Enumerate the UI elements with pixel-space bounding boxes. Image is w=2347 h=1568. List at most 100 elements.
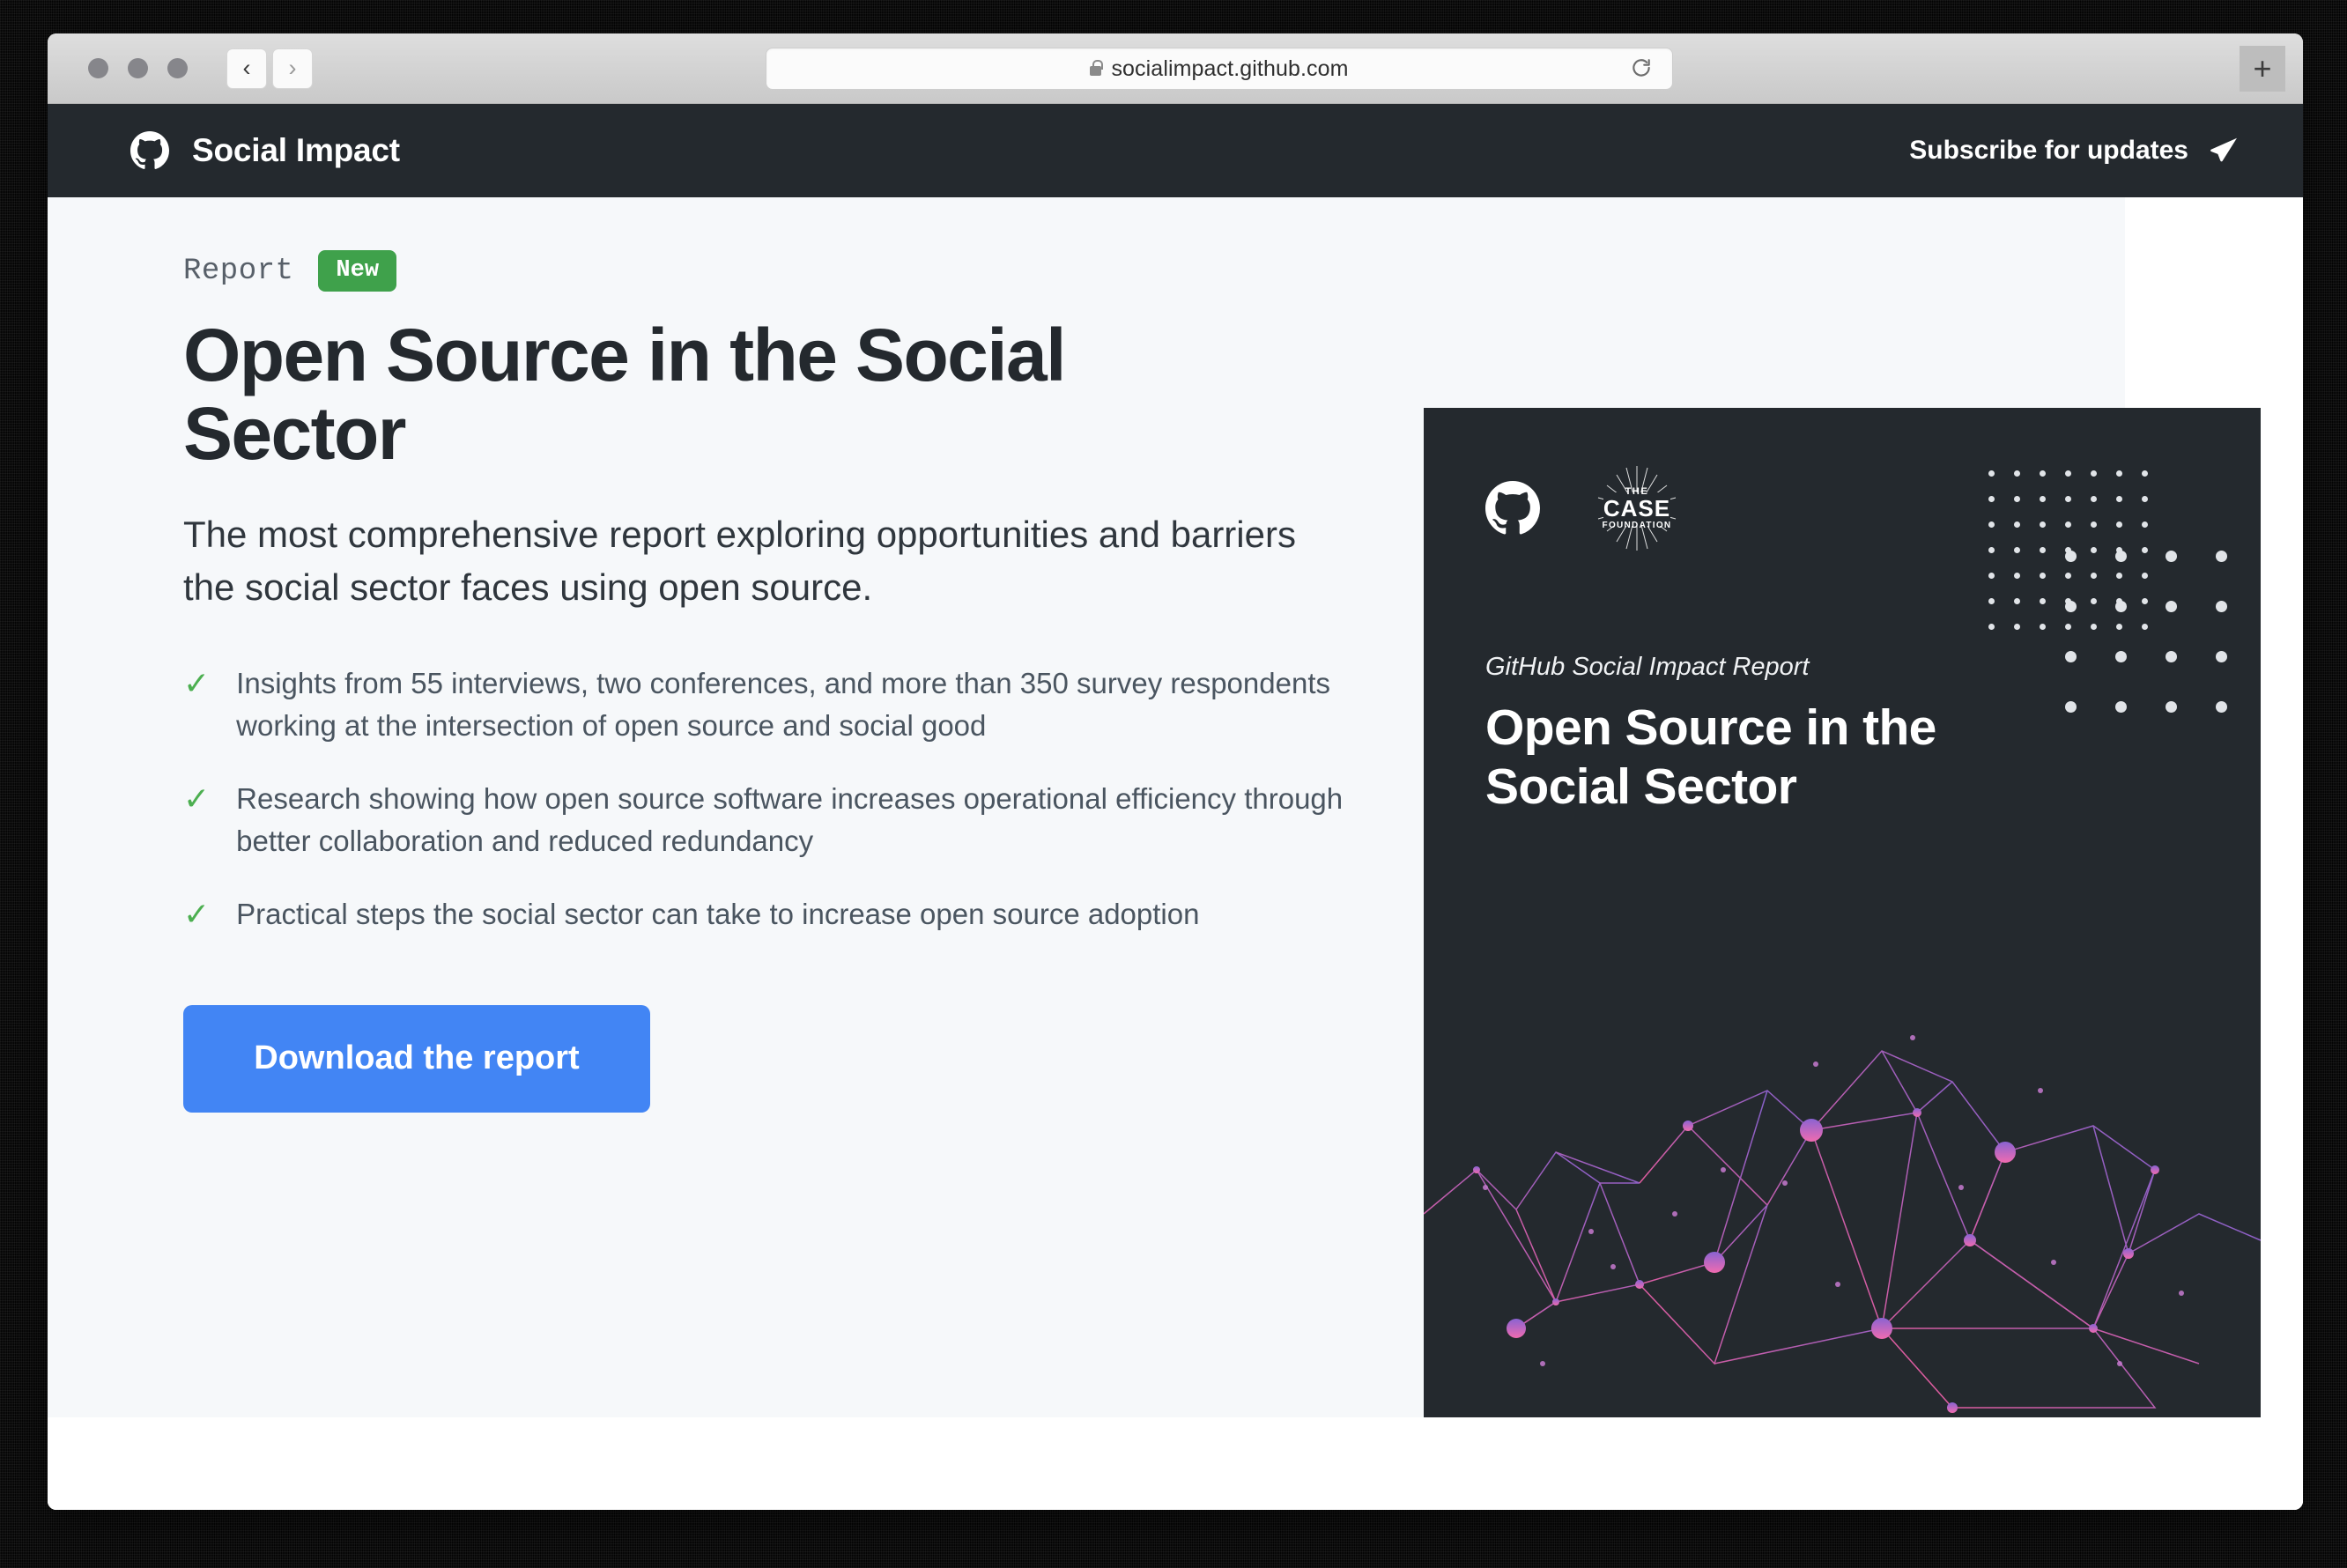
paper-plane-icon [2208, 135, 2240, 166]
dot-grid-row [2046, 682, 2247, 732]
grid-dot [2014, 573, 2020, 579]
grid-dot [2216, 601, 2227, 612]
network-mesh-graphic [1424, 1035, 2261, 1428]
window-controls[interactable] [88, 58, 188, 78]
feature-list: ✓ Insights from 55 interviews, two confe… [183, 662, 1355, 936]
grid-dot [2115, 651, 2127, 662]
lock-icon [1090, 59, 1103, 76]
grid-dot [2014, 598, 2020, 604]
grid-dot [2065, 601, 2077, 612]
browser-window: ‹ › socialimpact.github.com + Social Imp… [48, 33, 2303, 1510]
grid-dot [2116, 521, 2122, 528]
kicker-row: Report New [183, 250, 1355, 292]
list-item-text: Insights from 55 interviews, two confere… [236, 667, 1330, 742]
grid-dot [2014, 470, 2020, 477]
grid-dot [2040, 573, 2046, 579]
brand-block[interactable]: Social Impact [130, 131, 400, 170]
grid-dot [2065, 651, 2077, 662]
download-report-button[interactable]: Download the report [183, 1004, 650, 1113]
dot-grid-row [2046, 581, 2247, 632]
grid-dot [1988, 470, 1995, 477]
close-window-button[interactable] [88, 58, 108, 78]
grid-dot [2065, 521, 2071, 528]
grid-dot [1988, 573, 1995, 579]
zoom-window-button[interactable] [167, 58, 188, 78]
grid-dot [2116, 470, 2122, 477]
grid-dot [2014, 547, 2020, 553]
grid-dot [2040, 496, 2046, 502]
hero-left-column: Report New Open Source in the Social Sec… [183, 250, 1355, 1113]
dot-grid-row [2046, 531, 2247, 581]
grid-dot [2014, 521, 2020, 528]
list-item-text: Research showing how open source softwar… [236, 782, 1344, 857]
github-octocat-icon [130, 131, 169, 170]
new-tab-button[interactable]: + [2240, 46, 2285, 92]
grid-dot [2091, 470, 2097, 477]
list-item: ✓ Insights from 55 interviews, two confe… [183, 662, 1355, 746]
grid-dot [1988, 624, 1995, 630]
grid-dot [2116, 496, 2122, 502]
site-header: Social Impact Subscribe for updates [48, 104, 2303, 197]
grid-dot [2115, 601, 2127, 612]
status-badge: New [318, 250, 397, 292]
grid-dot [2065, 496, 2071, 502]
github-octocat-icon [1485, 481, 1540, 536]
browser-toolbar: ‹ › socialimpact.github.com + [48, 33, 2303, 104]
list-item: ✓ Research showing how open source softw… [183, 778, 1355, 862]
grid-dot [2216, 701, 2227, 713]
check-icon: ✓ [183, 896, 211, 933]
grid-dot [2014, 624, 2020, 630]
forward-button[interactable]: › [272, 48, 313, 89]
check-icon: ✓ [183, 780, 211, 817]
grid-dot [2065, 470, 2071, 477]
grid-dot [2115, 701, 2127, 713]
grid-dot [2216, 551, 2227, 562]
cover-eyebrow: GitHub Social Impact Report [1485, 653, 1810, 681]
grid-dot [2091, 521, 2097, 528]
grid-dot [2091, 496, 2097, 502]
grid-dot [2040, 470, 2046, 477]
check-icon: ✓ [183, 665, 211, 702]
grid-dot [2115, 551, 2127, 562]
list-item-text: Practical steps the social sector can ta… [236, 898, 1200, 931]
brand-name: Social Impact [192, 132, 400, 168]
subscribe-link[interactable]: Subscribe for updates [1909, 135, 2240, 166]
grid-dot [2065, 701, 2077, 713]
minimize-window-button[interactable] [128, 58, 148, 78]
cover-logos: THE CASE FOUNDATION [1485, 462, 1683, 554]
grid-dot [1988, 547, 1995, 553]
grid-dot [2166, 651, 2177, 662]
case-foundation-line3: FOUNDATION [1602, 521, 1672, 531]
url-text: socialimpact.github.com [1111, 55, 1349, 81]
grid-dot [2166, 551, 2177, 562]
dot-grid-row [2046, 632, 2247, 682]
report-cover-card: THE CASE FOUNDATION GitHub Social Impact… [1424, 408, 2261, 1443]
page-bottom-spacer [48, 1417, 2303, 1510]
case-foundation-line2: CASE [1603, 494, 1671, 521]
url-wrapper: socialimpact.github.com [1090, 56, 1348, 82]
case-foundation-logo: THE CASE FOUNDATION [1591, 462, 1683, 554]
grid-dot [1988, 598, 1995, 604]
back-button[interactable]: ‹ [226, 48, 267, 89]
grid-dot [2040, 624, 2046, 630]
sparse-dot-grid [2046, 531, 2247, 732]
grid-dot [2014, 496, 2020, 502]
list-item: ✓ Practical steps the social sector can … [183, 893, 1355, 936]
navigation-buttons[interactable]: ‹ › [226, 48, 313, 89]
page-title: Open Source in the Social Sector [183, 314, 1067, 476]
grid-dot [2040, 521, 2046, 528]
cover-title: Open Source in the Social Sector [1485, 699, 1936, 816]
reload-icon[interactable] [1630, 57, 1653, 80]
page-content: Social Impact Subscribe for updates Repo… [48, 104, 2303, 1510]
grid-dot [2142, 521, 2148, 528]
subscribe-label: Subscribe for updates [1909, 136, 2188, 165]
grid-dot [2166, 701, 2177, 713]
address-bar[interactable]: socialimpact.github.com [766, 48, 1673, 90]
grid-dot [2040, 547, 2046, 553]
dot-grid-row [1979, 486, 2158, 512]
grid-dot [2040, 598, 2046, 604]
grid-dot [2065, 551, 2077, 562]
grid-dot [2166, 601, 2177, 612]
dot-grid-row [1979, 461, 2158, 486]
kicker-label: Report [183, 254, 294, 288]
